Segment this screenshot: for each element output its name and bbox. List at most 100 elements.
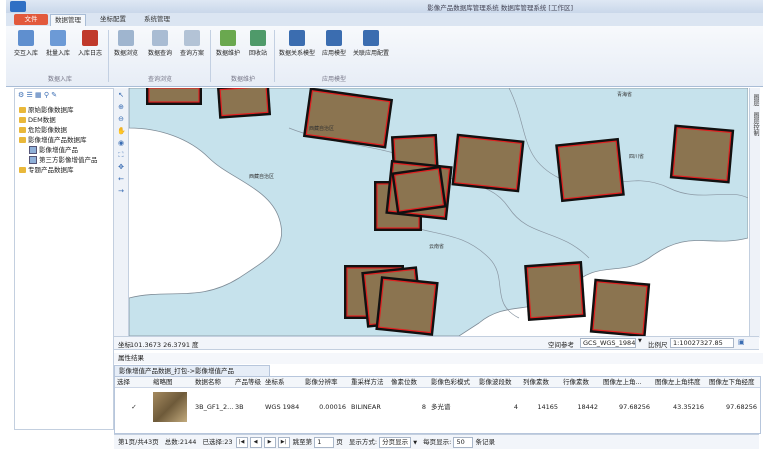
settings-icon[interactable]: ⚙ bbox=[18, 91, 24, 99]
chevron-down-icon[interactable]: ▼ bbox=[638, 338, 642, 344]
data-query-button[interactable]: 数据查询 bbox=[146, 30, 174, 57]
display-mode-select[interactable]: 分页显示 bbox=[379, 436, 412, 448]
tree-item-thematic-db[interactable]: 专题产品数据库 bbox=[19, 164, 74, 174]
table-header[interactable]: 行像素数 bbox=[561, 377, 601, 388]
map-label: 青海省 bbox=[617, 91, 632, 98]
last-page-button[interactable]: ▶| bbox=[277, 436, 290, 448]
zoom-out-icon[interactable]: ⊖ bbox=[117, 115, 125, 123]
prev-page-button[interactable]: ◀ bbox=[249, 436, 262, 448]
tab-file[interactable]: 文件 bbox=[14, 14, 48, 25]
table-header[interactable]: 影像分辨率 bbox=[303, 377, 349, 388]
image-footprint[interactable] bbox=[375, 276, 439, 336]
map-view[interactable]: 西藏自治区 西藏自治区 青海省 四川省 云南省 bbox=[129, 88, 748, 336]
refresh-icon[interactable]: ▣ bbox=[738, 338, 745, 346]
image-footprint[interactable] bbox=[391, 165, 447, 215]
status-bar: 坐标 101.3673 26.3791 度 空间参考 GCS_WGS_1984 … bbox=[114, 336, 759, 350]
image-footprint[interactable] bbox=[524, 261, 586, 321]
ribbon-separator bbox=[210, 30, 211, 82]
pointer-icon[interactable]: ↖ bbox=[117, 91, 125, 99]
tree-item-value-added-product[interactable]: 影像增值产品 bbox=[29, 144, 78, 154]
table-header[interactable]: 图像左上角纬度 bbox=[653, 377, 707, 388]
table-header[interactable]: 缩略图 bbox=[151, 377, 193, 388]
image-footprint[interactable] bbox=[669, 124, 735, 184]
table-cell: 97.68256 bbox=[618, 403, 650, 411]
globe-icon[interactable]: ◉ bbox=[117, 139, 125, 147]
data-relation-model-button[interactable]: 数据关系模型 bbox=[278, 30, 316, 57]
browse-icon bbox=[118, 30, 134, 46]
page-indicator: 第1页/共43页 bbox=[118, 438, 159, 446]
tree-item-dem[interactable]: DEM数据 bbox=[19, 114, 56, 124]
per-page-input[interactable]: 50 bbox=[453, 436, 474, 448]
window-title: 影像产品数据库管理系统 数据库管理系统 [工作区] bbox=[427, 4, 573, 12]
linked-app-config-button[interactable]: 关联应用配置 bbox=[352, 30, 390, 57]
table-header[interactable]: 坐标系 bbox=[263, 377, 303, 388]
row-checkbox[interactable]: ✓ bbox=[115, 388, 151, 426]
results-tab[interactable]: 影像增值产品数据_打包->影像增值产品 bbox=[114, 365, 270, 376]
per-page-label: 每页显示: bbox=[423, 438, 452, 446]
layer-tab[interactable]: 图层 bbox=[751, 94, 760, 106]
config-icon bbox=[363, 30, 379, 46]
interactive-import-button[interactable]: 交互入库 bbox=[12, 30, 40, 57]
zoom-in-icon[interactable]: ⊕ bbox=[117, 103, 125, 111]
goto-page-input[interactable]: 1 bbox=[314, 436, 335, 448]
tree-item-third-party-product[interactable]: 第三方影像增值产品 bbox=[29, 154, 98, 164]
layer-control-tab[interactable]: 图层控制 bbox=[751, 112, 760, 136]
table-cell: BILINEAR bbox=[351, 403, 381, 411]
table-header[interactable]: 影像波段数 bbox=[477, 377, 521, 388]
edit-icon bbox=[220, 30, 236, 46]
tab-data-management[interactable]: 数据管理 bbox=[50, 14, 86, 26]
app-menu-icon[interactable] bbox=[10, 1, 26, 12]
tab-coordinate-config[interactable]: 坐标配置 bbox=[96, 14, 130, 25]
map-canvas[interactable]: 西藏自治区 西藏自治区 青海省 四川省 云南省 bbox=[129, 88, 748, 336]
first-page-button[interactable]: |◀ bbox=[235, 436, 248, 448]
table-header[interactable]: 选择 bbox=[115, 377, 151, 388]
fixed-zoom-icon[interactable]: ✥ bbox=[117, 163, 125, 171]
table-header[interactable]: 像素位数 bbox=[389, 377, 429, 388]
table-cell: 3B bbox=[235, 403, 244, 411]
table-header[interactable]: 图像左下角经度 bbox=[707, 377, 760, 388]
next-page-button[interactable]: ▶ bbox=[263, 436, 276, 448]
binoculars-icon[interactable]: ⚲ bbox=[44, 91, 49, 99]
pan-icon[interactable]: ✋ bbox=[117, 127, 126, 135]
table-header[interactable]: 图像左上角... bbox=[601, 377, 653, 388]
query-scheme-button[interactable]: 查询方案 bbox=[178, 30, 206, 57]
records-label: 条记录 bbox=[475, 438, 496, 446]
forward-icon[interactable]: → bbox=[117, 187, 125, 195]
folder-icon bbox=[19, 167, 26, 173]
crs-select[interactable]: GCS_WGS_1984 bbox=[580, 338, 636, 348]
table-header[interactable]: 数据名称 bbox=[193, 377, 233, 388]
batch-import-button[interactable]: 批量入库 bbox=[44, 30, 72, 57]
data-maintenance-button[interactable]: 数据维护 bbox=[214, 30, 242, 57]
image-footprint[interactable] bbox=[555, 137, 625, 203]
data-browse-button[interactable]: 数据浏览 bbox=[112, 30, 140, 57]
table-header[interactable]: 列像素数 bbox=[521, 377, 561, 388]
ribbon-separator bbox=[274, 30, 275, 82]
grid-icon[interactable]: ▦ bbox=[35, 91, 42, 99]
back-icon[interactable]: ← bbox=[117, 175, 125, 183]
image-footprint[interactable] bbox=[146, 88, 202, 105]
list-icon[interactable]: ☰ bbox=[27, 91, 33, 99]
image-footprint[interactable] bbox=[451, 133, 525, 193]
table-cell: 43.35216 bbox=[672, 403, 704, 411]
scale-input[interactable]: 1:10027327.85 bbox=[670, 338, 734, 348]
catalog-tree-panel: ⚙ ☰ ▦ ⚲ ✎ 原始影像数据库 DEM数据 危险影像数据 影像增值产品数据库… bbox=[14, 88, 114, 430]
pen-icon[interactable]: ✎ bbox=[51, 91, 57, 99]
tree-item-value-added-db[interactable]: 影像增值产品数据库 bbox=[19, 134, 87, 144]
table-cell: 0.00016 bbox=[319, 403, 346, 411]
table-header[interactable]: 影像色彩模式 bbox=[429, 377, 477, 388]
footprint-image bbox=[394, 168, 444, 212]
full-extent-icon[interactable]: ⛶ bbox=[117, 151, 125, 159]
chevron-down-icon[interactable]: ▼ bbox=[413, 440, 417, 446]
table-header[interactable]: 产品等级 bbox=[233, 377, 263, 388]
image-footprint[interactable] bbox=[589, 278, 651, 336]
ribbon-separator bbox=[108, 30, 109, 82]
image-footprint[interactable] bbox=[216, 88, 272, 119]
import-log-button[interactable]: 入库日志 bbox=[76, 30, 104, 57]
table-header[interactable]: 重采样方法 bbox=[349, 377, 389, 388]
log-icon bbox=[82, 30, 98, 46]
tree-item-raw-imagery[interactable]: 原始影像数据库 bbox=[19, 104, 74, 114]
app-model-button[interactable]: 应用模型 bbox=[320, 30, 348, 57]
tree-item-hazard-imagery[interactable]: 危险影像数据 bbox=[19, 124, 67, 134]
recycle-bin-button[interactable]: 回收站 bbox=[244, 30, 272, 57]
tab-system-management[interactable]: 系统管理 bbox=[140, 14, 174, 25]
